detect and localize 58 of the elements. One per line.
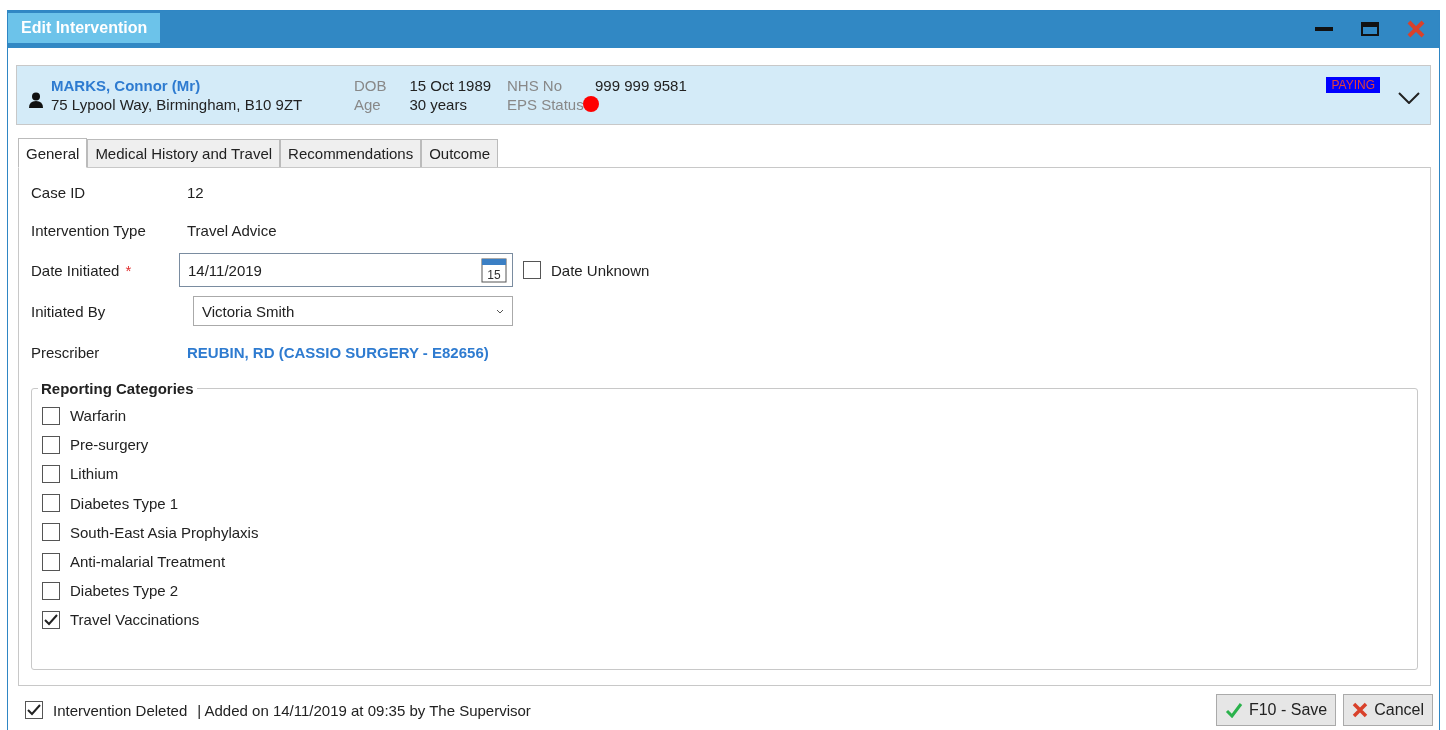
tab[interactable]: Recommendations (280, 139, 422, 167)
calendar-icon[interactable]: 15 (481, 257, 507, 283)
dob-label: DOB (354, 77, 388, 94)
person-icon (29, 92, 43, 108)
caret-icon (496, 308, 504, 314)
checkbox[interactable] (42, 581, 60, 600)
checkbox-label: South-East Asia Prophylaxis (70, 523, 259, 541)
checkbox-label: Diabetes Type 1 (70, 494, 179, 512)
checkmark-icon (1224, 702, 1243, 718)
eps-label: EPS Status (507, 96, 585, 113)
checkbox-label: Diabetes Type 2 (70, 582, 179, 600)
case-id-value: 12 (187, 183, 204, 201)
field-label: Initiated By (31, 302, 107, 320)
checkbox-label: Lithium (70, 465, 119, 483)
field-label: Date Initiated * (31, 261, 133, 279)
window-title: Edit Intervention (8, 13, 161, 43)
patient-address: 75 Lypool Way, Birmingham, B10 9ZT (51, 96, 304, 113)
field-label: Intervention Type (31, 221, 147, 239)
checkbox-label: Anti-malarial Treatment (70, 553, 226, 571)
close-icon (1407, 20, 1425, 38)
checkbox[interactable] (42, 523, 60, 542)
checkbox[interactable] (42, 435, 60, 454)
checkbox[interactable] (42, 464, 60, 483)
date-field[interactable]: 14/11/2019 15 (179, 253, 513, 287)
checkbox[interactable] (42, 552, 60, 571)
age-label: Age (354, 96, 382, 113)
field-label: Case ID (31, 183, 87, 201)
age-value: 30 years (409, 96, 468, 113)
save-button[interactable]: F10 - Save (1215, 694, 1337, 726)
checkbox-label: Intervention Deleted (53, 701, 188, 719)
added-info-text: | Added on 14/11/2019 at 09:35 by The Supervisor (197, 701, 531, 719)
group-title: Reporting Categories (40, 380, 195, 397)
checkbox[interactable] (523, 261, 541, 279)
prescriber-link[interactable]: REUBIN, RD (CASSIO SURGERY - E82656) (187, 343, 489, 361)
paying-badge: PAYING (1326, 77, 1380, 93)
nhs-value: 999 999 9581 (595, 77, 687, 94)
checkbox[interactable] (42, 494, 60, 513)
checkbox[interactable] (42, 406, 60, 425)
checkbox[interactable] (25, 701, 43, 719)
tab[interactable]: Medical History and Travel (87, 139, 281, 167)
nhs-label: NHS No (507, 77, 563, 94)
maximize-icon (1361, 22, 1379, 36)
checkbox-label: Warfarin (70, 407, 127, 425)
tab[interactable]: Outcome (421, 139, 499, 167)
field-label: Prescriber (31, 343, 101, 361)
cancel-button[interactable]: Cancel (1343, 694, 1433, 726)
dob-value: 15 Oct 1989 (409, 77, 493, 94)
close-icon (1352, 702, 1369, 718)
chevron-down-icon[interactable] (1398, 92, 1420, 104)
tab[interactable]: General (18, 138, 88, 168)
checkbox-label: Date Unknown (551, 261, 650, 279)
patient-name[interactable]: MARKS, Connor (Mr) (51, 77, 354, 94)
intervention-type-value: Travel Advice (187, 221, 277, 239)
checkbox-label: Pre-surgery (70, 436, 149, 454)
minimize-icon (1315, 27, 1333, 31)
checkbox[interactable] (42, 610, 60, 629)
checkbox-label: Travel Vaccinations (70, 611, 200, 629)
initiated-by-dropdown[interactable]: Victoria Smith (193, 296, 513, 326)
